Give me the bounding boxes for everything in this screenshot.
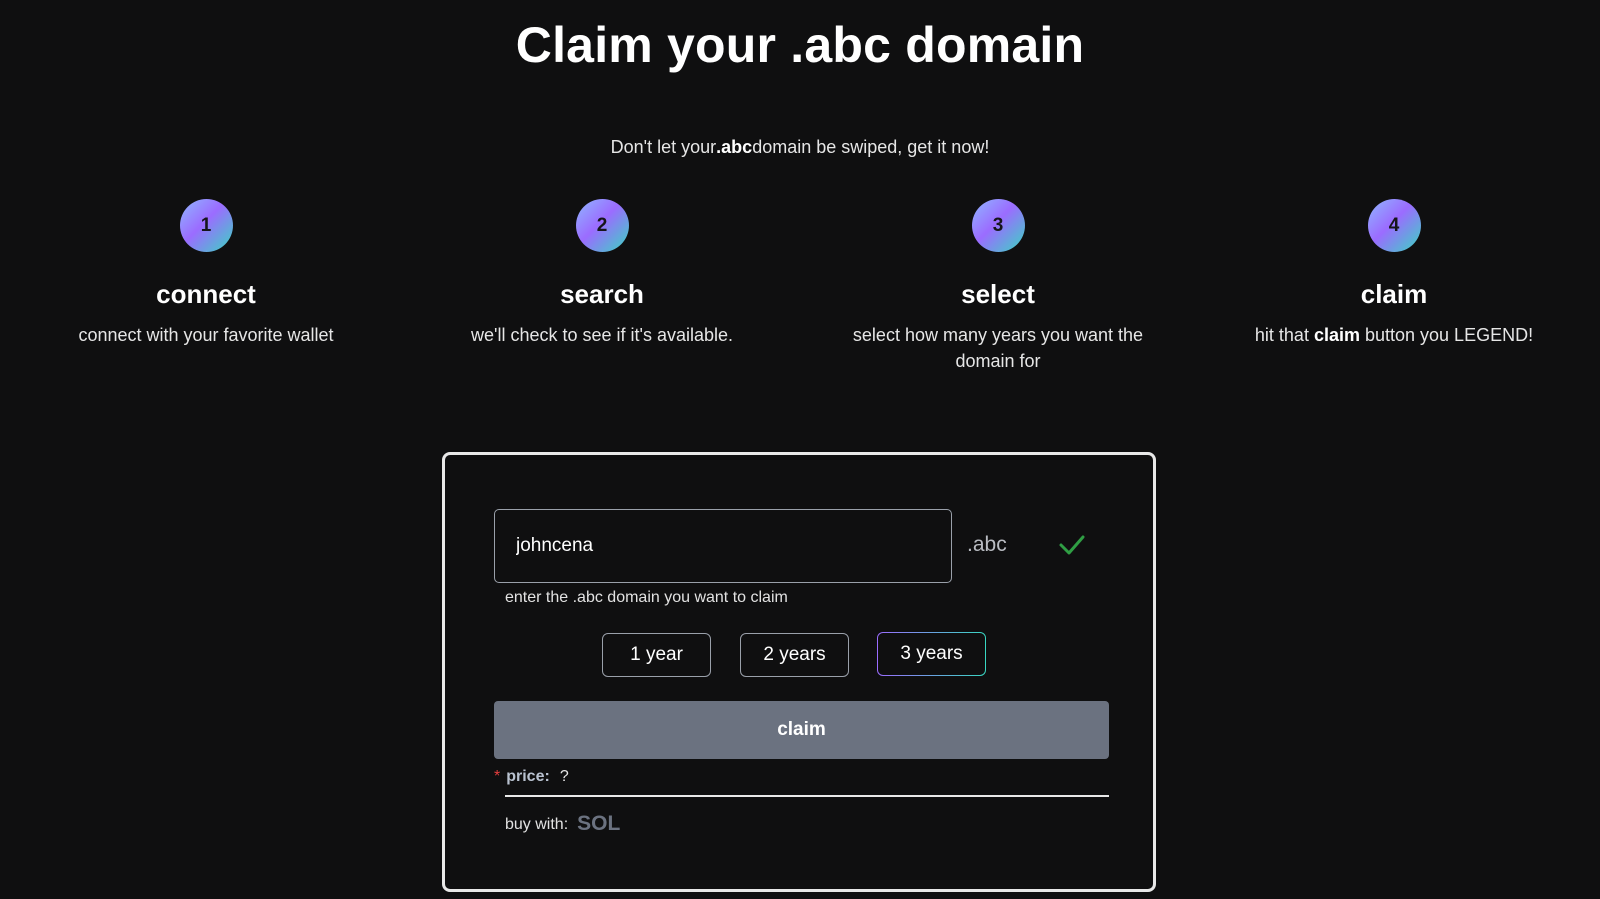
step-title: search [560, 279, 644, 309]
step-title: select [961, 279, 1035, 309]
step-desc-bold: claim [1313, 325, 1360, 345]
tagline: Don't let your.abcdomain be swiped, get … [0, 137, 1600, 158]
step-number: 1 [179, 199, 233, 252]
check-icon [1059, 535, 1085, 555]
year-option-1[interactable]: 1 year [602, 633, 711, 677]
step-description: hit that claim button you LEGEND! [1224, 322, 1564, 348]
step-description: we'll check to see if it's available. [471, 325, 733, 345]
price-label: price: [506, 768, 550, 785]
divider [505, 795, 1109, 797]
step-desc-end: button you LEGEND! [1359, 325, 1534, 345]
price-row: * price:? [494, 768, 1109, 796]
step-connect: 1 connect connect with your favorite wal… [36, 199, 376, 348]
step-select: 3 select select how many years you want … [828, 199, 1168, 374]
currency-option[interactable]: SOL [577, 812, 620, 835]
tagline-tld: .abc [716, 137, 753, 157]
step-claim: 4 claim hit that claim button you LEGEND… [1224, 199, 1564, 348]
page-title: Claim your .abc domain [515, 17, 1085, 73]
domain-helper-text: enter the .abc domain you want to claim [505, 589, 788, 606]
buy-with-label: buy with: [505, 816, 569, 833]
claim-card: .abc enter the .abc domain you want to c… [442, 452, 1156, 892]
year-selector: 1 year 2 years 3 years [445, 633, 1153, 679]
domain-input[interactable] [494, 509, 952, 583]
year-option-3[interactable]: 3 years [877, 632, 986, 676]
step-number: 4 [1367, 199, 1421, 252]
price-value: ? [559, 768, 569, 785]
step-number: 3 [971, 199, 1025, 252]
step-title: connect [156, 279, 256, 309]
step-search: 2 search we'll check to see if it's avai… [432, 199, 772, 348]
claim-button[interactable]: claim [494, 701, 1109, 759]
step-number: 2 [575, 199, 629, 252]
tagline-start: Don't let your [610, 137, 717, 157]
year-option-2[interactable]: 2 years [740, 633, 849, 677]
buy-with-row: buy with: SOL [505, 812, 620, 836]
step-description: connect with your favorite wallet [78, 325, 334, 345]
step-description: select how many years you want the domai… [852, 325, 1144, 371]
page: Claim your .abc domain Don't let your.ab… [0, 0, 1600, 899]
steps: 1 connect connect with your favorite wal… [0, 199, 1600, 399]
step-desc-start: hit that [1254, 325, 1314, 345]
domain-suffix: .abc [967, 533, 1007, 556]
required-mark: * [494, 768, 501, 785]
step-title: claim [1360, 279, 1428, 309]
tagline-end: domain be swiped, get it now! [752, 137, 990, 157]
